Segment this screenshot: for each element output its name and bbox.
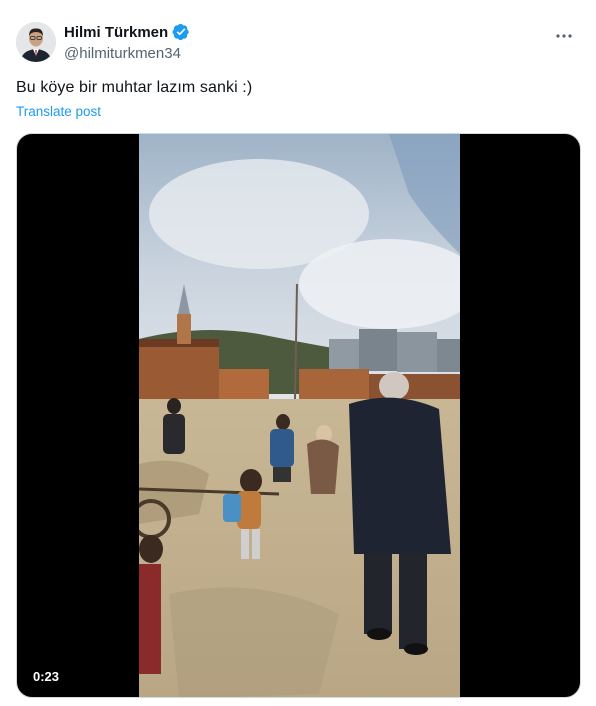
- video-duration: 0:23: [27, 666, 66, 687]
- more-options-button[interactable]: [552, 24, 576, 48]
- avatar-photo-icon: [16, 22, 56, 62]
- post-text: Bu köye bir muhtar lazım sanki :): [16, 79, 253, 96]
- village-scene-image: [139, 134, 460, 697]
- author-name[interactable]: Hilmi Türkmen: [64, 24, 168, 41]
- author-handle[interactable]: @hilmiturkmen34: [64, 45, 181, 62]
- author-avatar[interactable]: [16, 22, 56, 62]
- post-header: Hilmi Türkmen @hilmiturkmen34: [16, 18, 580, 66]
- video-player[interactable]: 0:23: [16, 133, 581, 698]
- translate-post-link[interactable]: Translate post: [16, 104, 101, 119]
- more-dots-icon: [556, 34, 572, 38]
- verified-badge-icon: [172, 23, 189, 41]
- video-frame[interactable]: [139, 134, 460, 697]
